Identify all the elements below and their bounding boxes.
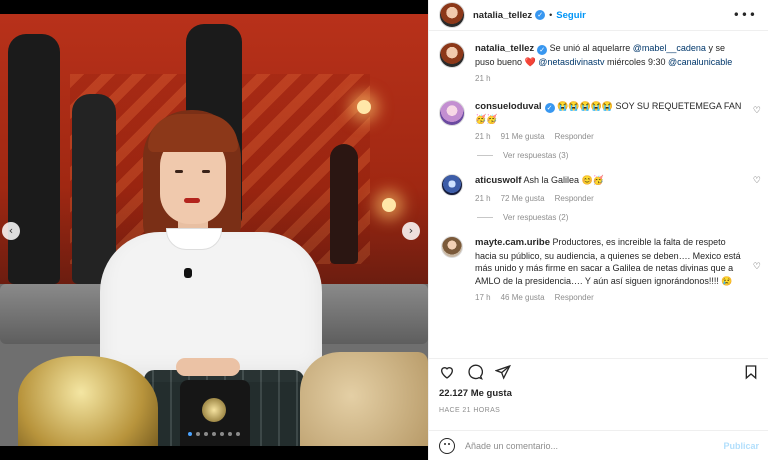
mention-link[interactable]: @netasdivinastv — [538, 57, 604, 67]
caption-username[interactable]: natalia_tellez — [475, 43, 534, 54]
post-side-panel: natalia_tellez ✓ • Seguir ••• natalia_te… — [428, 0, 768, 460]
commenter-avatar[interactable] — [441, 236, 463, 258]
decor-vase — [8, 34, 60, 284]
caption-text: Se unió al aquelarre — [549, 43, 631, 53]
post-actions — [429, 358, 768, 384]
carousel-dot[interactable] — [220, 432, 224, 436]
comment-time[interactable]: 21 h — [475, 131, 491, 144]
view-replies-label[interactable]: Ver respuestas (3) — [503, 151, 568, 160]
author-avatar[interactable] — [439, 2, 465, 28]
caption: natalia_tellez ✓ Se unió al aquelarre @ma… — [429, 42, 768, 86]
commenter-avatar[interactable] — [439, 99, 465, 126]
add-comment-bar: Publicar — [429, 430, 768, 460]
comment-likes[interactable]: 91 Me gusta — [501, 131, 545, 144]
caption-time[interactable]: 21 h — [475, 73, 491, 86]
comment-bubble-icon[interactable] — [467, 364, 483, 380]
carousel-dot[interactable] — [228, 432, 232, 436]
comment-item: mayte.cam.uribe Productores, es increibl… — [429, 236, 768, 305]
like-heart-icon[interactable] — [439, 364, 455, 380]
likes-count[interactable]: 22.127 Me gusta — [439, 388, 512, 399]
comment-likes[interactable]: 72 Me gusta — [501, 193, 545, 206]
post-time[interactable]: HACE 21 HORAS — [439, 407, 500, 414]
comment-text: Ash la Galilea 😊🥳 — [523, 175, 604, 185]
view-replies[interactable]: Ver respuestas (3) — [477, 151, 768, 160]
save-bookmark-icon[interactable] — [743, 364, 759, 380]
replies-divider — [477, 155, 493, 156]
view-replies[interactable]: Ver respuestas (2) — [477, 213, 768, 222]
carousel-dot[interactable] — [188, 432, 192, 436]
dot-separator: • — [549, 10, 553, 20]
reply-button[interactable]: Responder — [555, 292, 594, 305]
author-username[interactable]: natalia_tellez — [473, 10, 532, 21]
carousel-dot[interactable] — [212, 432, 216, 436]
lapel-mic — [184, 268, 192, 278]
dark-trophy — [180, 380, 250, 446]
mention-link[interactable]: @mabel__cadena — [633, 43, 706, 53]
more-options-icon[interactable]: ••• — [733, 8, 757, 22]
emoji-picker-icon[interactable] — [439, 437, 455, 454]
verified-badge-icon: ✓ — [544, 102, 555, 113]
comment-item: aticuswolf Ash la Galilea 😊🥳 21 h 72 Me … — [429, 174, 768, 205]
decor-vase — [330, 144, 358, 264]
view-replies-label[interactable]: Ver respuestas (2) — [503, 213, 568, 222]
comment-username[interactable]: aticuswolf — [475, 175, 521, 186]
person-hands — [176, 358, 240, 376]
carousel-dot[interactable] — [196, 432, 200, 436]
light-bulb — [382, 198, 396, 212]
carousel-dot[interactable] — [236, 432, 240, 436]
like-comment-heart-icon[interactable]: ♡ — [753, 262, 761, 272]
likes-number: 22.127 — [439, 388, 469, 399]
decor-vase — [72, 94, 116, 284]
heart-emoji: ❤️ — [524, 56, 536, 67]
person-lips — [184, 198, 200, 203]
verified-badge-icon: ✓ — [535, 10, 546, 20]
post-header: natalia_tellez ✓ • Seguir ••• — [429, 0, 768, 31]
comment-username[interactable]: consueloduval — [475, 101, 542, 112]
likes-label: Me gusta — [470, 388, 512, 399]
like-comment-heart-icon[interactable]: ♡ — [753, 106, 761, 116]
mention-link[interactable]: @canalunicable — [668, 57, 732, 67]
person-bangs — [148, 114, 238, 152]
commenter-avatar[interactable] — [441, 174, 463, 196]
comment-likes[interactable]: 46 Me gusta — [501, 292, 545, 305]
comments-list[interactable]: natalia_tellez ✓ Se unió al aquelarre @ma… — [429, 38, 768, 356]
comment-item: consueloduval ✓ 😭😭😭😭😭 SOY SU REQUETEMEGA … — [429, 99, 768, 144]
follow-button[interactable]: Seguir — [556, 10, 586, 21]
person-eye — [202, 170, 210, 173]
fur-pillow — [300, 352, 428, 446]
share-plane-icon[interactable] — [495, 364, 511, 380]
comment-username[interactable]: mayte.cam.uribe — [475, 237, 550, 248]
caption-text: miércoles 9:30 — [606, 56, 666, 67]
reply-button[interactable]: Responder — [555, 193, 594, 206]
comment-time[interactable]: 21 h — [475, 193, 491, 206]
post-media: ‹ › — [0, 0, 428, 460]
previous-arrow-icon[interactable]: ‹ — [2, 222, 20, 240]
carousel-dots — [188, 432, 240, 436]
replies-divider — [477, 217, 493, 218]
comment-input[interactable] — [465, 440, 695, 451]
next-arrow-icon[interactable]: › — [402, 222, 420, 240]
post-photo[interactable] — [0, 14, 428, 446]
publish-button[interactable]: Publicar — [723, 441, 759, 451]
carousel-dot[interactable] — [204, 432, 208, 436]
like-comment-heart-icon[interactable]: ♡ — [753, 176, 761, 186]
person-eye — [175, 170, 183, 173]
author-avatar[interactable] — [439, 42, 465, 68]
comment-time[interactable]: 17 h — [475, 292, 491, 305]
verified-badge-icon: ✓ — [537, 45, 548, 55]
light-bulb — [357, 100, 371, 114]
reply-button[interactable]: Responder — [555, 131, 594, 144]
